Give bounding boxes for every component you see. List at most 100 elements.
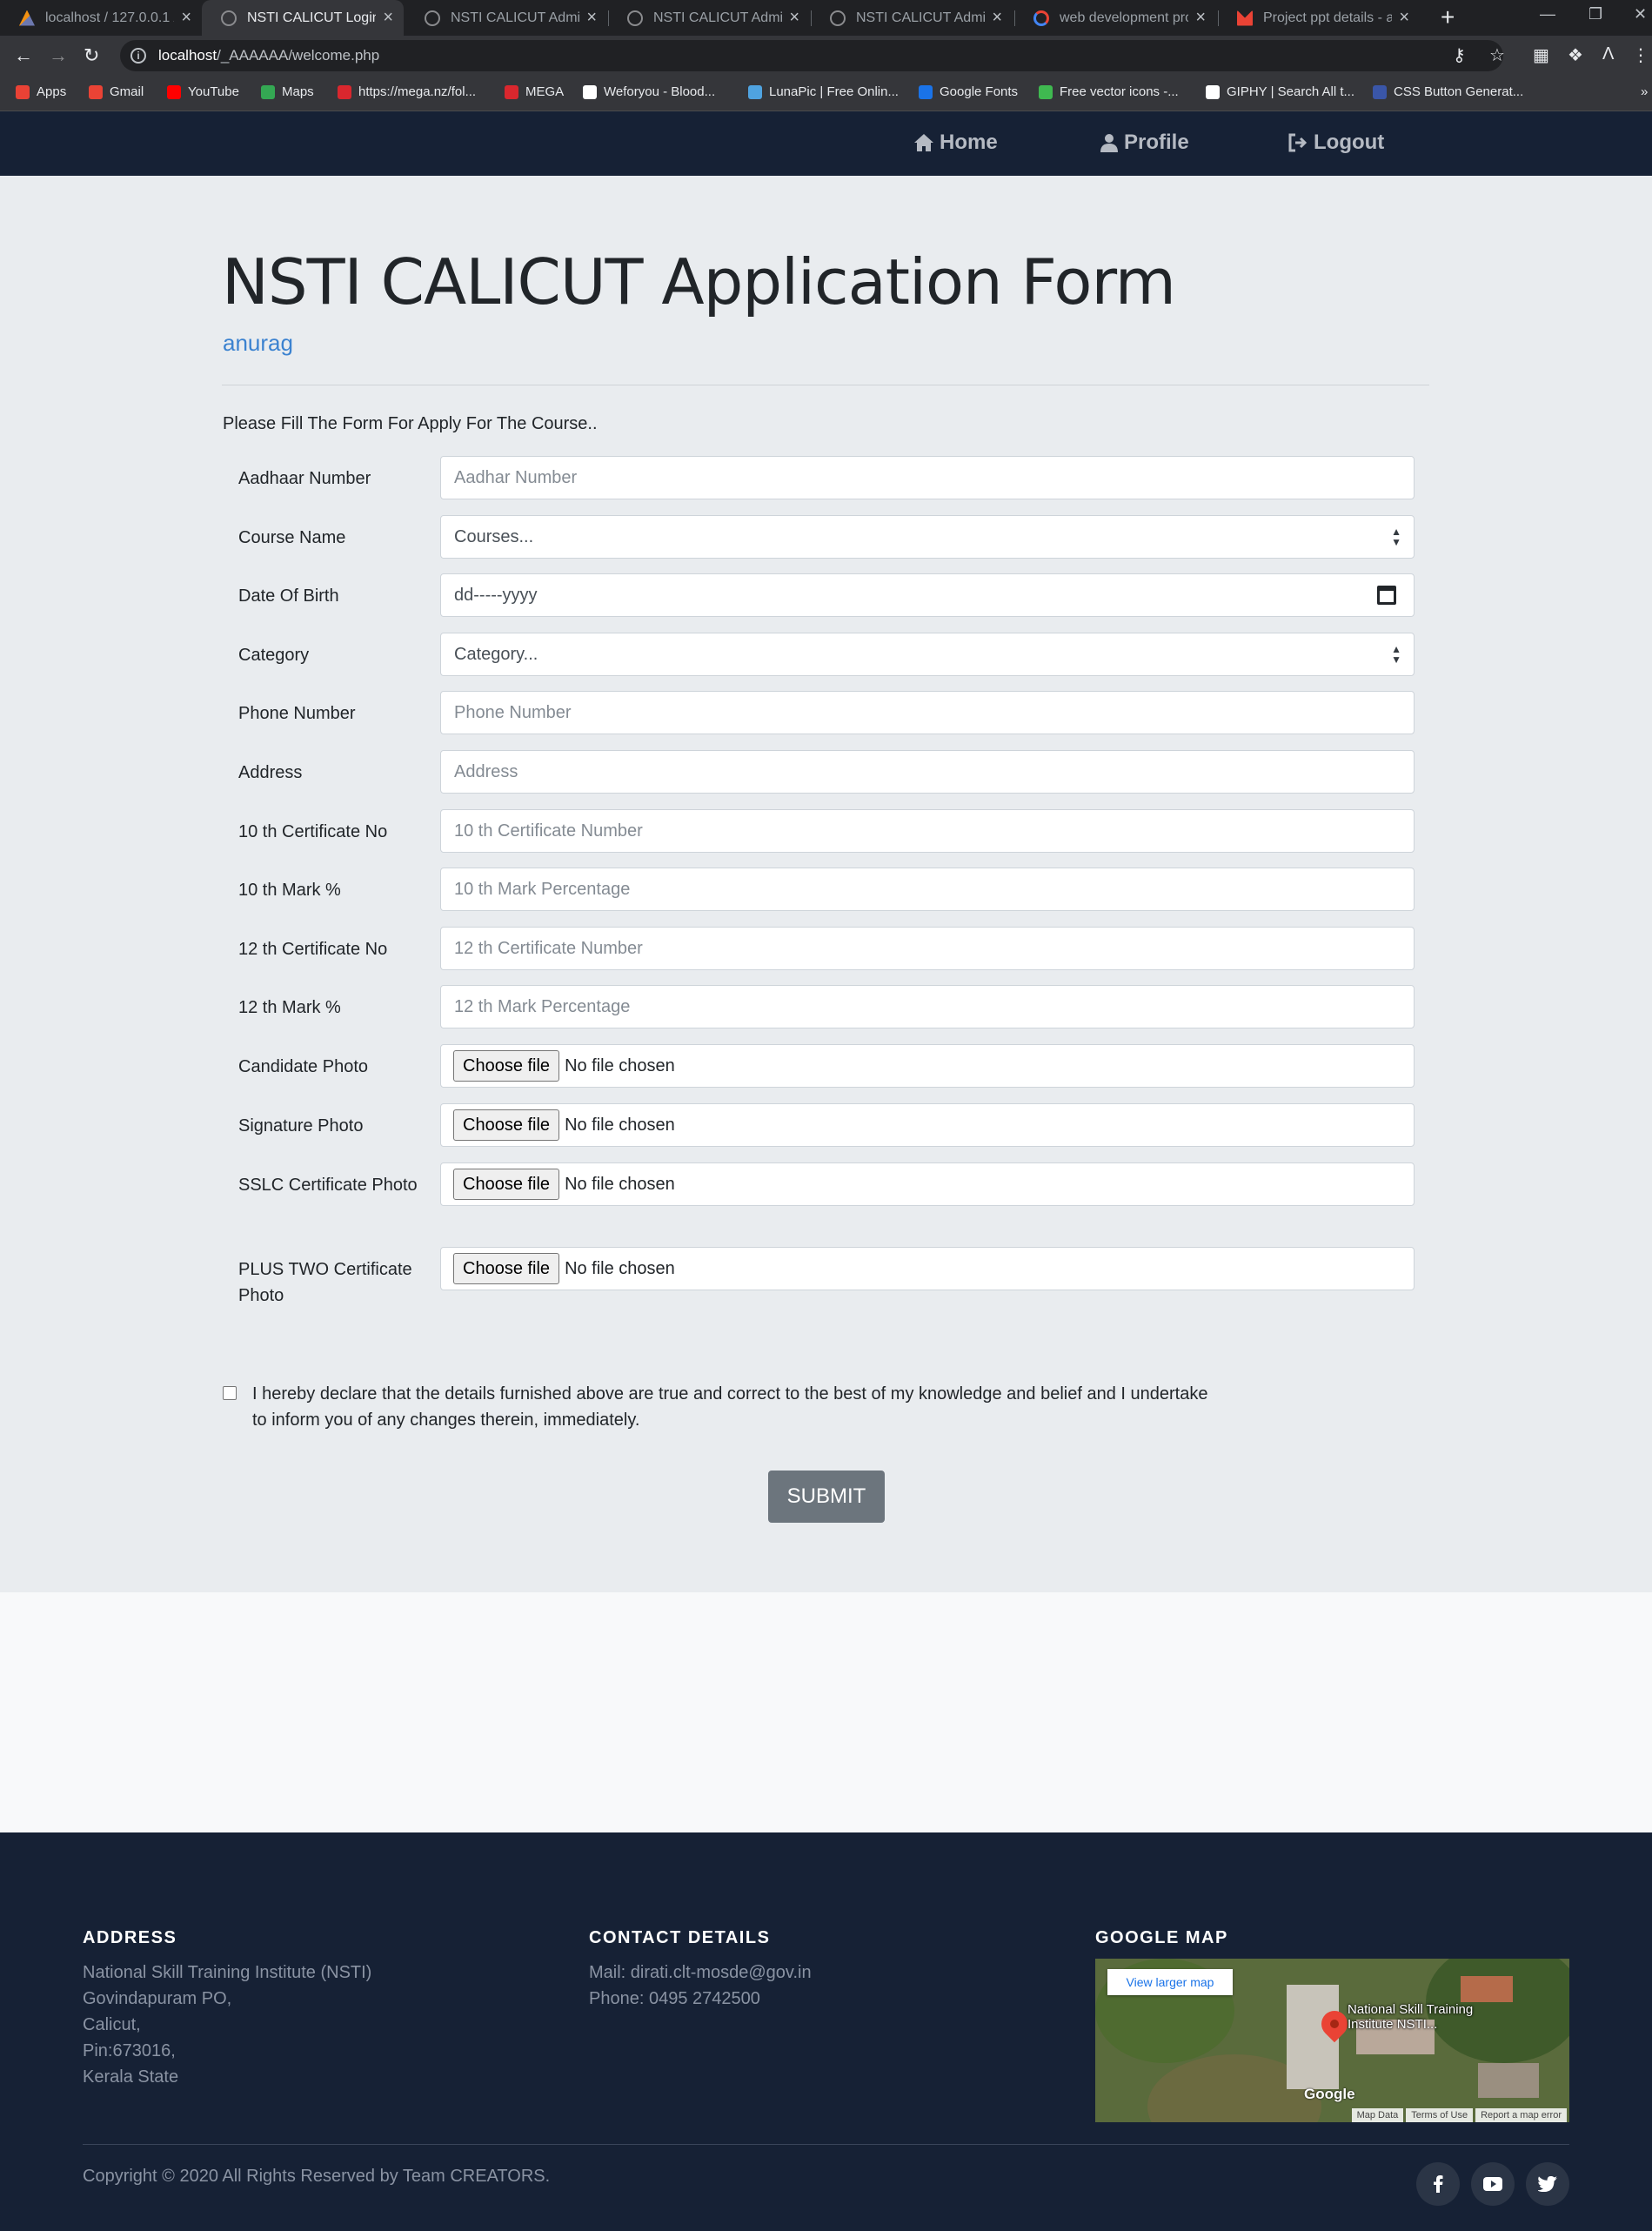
form-row: Date Of Birth dd-----yyyy [223, 573, 1415, 626]
choose-file-button[interactable]: Choose file [453, 1253, 560, 1284]
browser-tab[interactable]: NSTI CALICUT Admin P × [608, 0, 810, 36]
tab-close-icon[interactable]: × [1195, 8, 1206, 28]
username-label: anurag [223, 330, 293, 356]
tab-close-icon[interactable]: × [586, 8, 597, 28]
site-info-icon[interactable]: i [130, 48, 146, 64]
browser-tab[interactable]: Project ppt details - an × [1218, 0, 1420, 36]
bookmark-item[interactable]: Apps [16, 84, 66, 99]
tab-separator [608, 10, 609, 26]
bookmark-item[interactable]: Maps [261, 84, 314, 99]
nav-home-link[interactable]: Home [913, 131, 998, 155]
browser-tab[interactable]: localhost / 127.0.0.1 / n × [0, 0, 202, 36]
text-input[interactable]: Phone Number [440, 691, 1415, 734]
text-input[interactable]: 10 th Mark Percentage [440, 868, 1415, 911]
input-placeholder: 10 th Certificate Number [454, 821, 643, 841]
browser-tab[interactable]: NSTI CALICUT Login an × [202, 0, 404, 36]
bookmark-icon [167, 84, 181, 99]
map-place-label: National Skill Training Institute NSTI..… [1348, 2002, 1474, 2032]
more-bookmarks-icon[interactable]: » [1641, 84, 1648, 99]
menu-icon[interactable]: ⋮ [1632, 44, 1649, 66]
tab-close-icon[interactable]: × [1399, 8, 1409, 28]
form-row: 10 th Mark % 10 th Mark Percentage [223, 868, 1415, 920]
browser-tab[interactable]: NSTI CALICUT Admin L × [811, 0, 1013, 36]
text-input[interactable]: Aadhar Number [440, 456, 1415, 499]
extension-icon[interactable]: ▦ [1533, 44, 1549, 66]
field-label: 10 th Mark % [238, 881, 341, 900]
text-input[interactable]: 10 th Certificate Number [440, 809, 1415, 853]
text-input[interactable]: 12 th Certificate Number [440, 927, 1415, 970]
minimize-button[interactable]: — [1540, 5, 1555, 23]
date-input[interactable]: dd-----yyyy [440, 573, 1415, 617]
key-icon[interactable]: ⚷ [1453, 44, 1466, 66]
bookmark-item[interactable]: Google Fonts [919, 84, 1018, 99]
select-dropdown[interactable]: Courses... ▲ ▼ [440, 515, 1415, 559]
forward-icon[interactable]: → [49, 44, 68, 67]
nav-home-label: Home [940, 131, 998, 154]
back-icon[interactable]: ← [14, 44, 33, 67]
bookmark-item[interactable]: Gmail [89, 84, 144, 99]
field-label: Signature Photo [238, 1116, 364, 1136]
twitter-link[interactable] [1526, 2162, 1569, 2206]
tab-close-icon[interactable]: × [789, 8, 799, 28]
youtube-link[interactable] [1471, 2162, 1515, 2206]
gmail-icon [1237, 10, 1253, 26]
file-status: No file chosen [565, 1055, 675, 1075]
declaration-checkbox[interactable] [223, 1386, 237, 1400]
text-input[interactable]: 12 th Mark Percentage [440, 985, 1415, 1028]
tab-close-icon[interactable]: × [181, 8, 191, 28]
address-heading: ADDRESS [83, 1928, 177, 1947]
nav-profile-link[interactable]: Profile [1100, 131, 1189, 155]
tab-close-icon[interactable]: × [992, 8, 1002, 28]
bookmark-item[interactable]: Weforyou - Blood... [583, 84, 715, 99]
report-error-link[interactable]: Report a map error [1475, 2108, 1567, 2122]
terms-link[interactable]: Terms of Use [1406, 2108, 1474, 2122]
select-dropdown[interactable]: Category... ▲ ▼ [440, 633, 1415, 676]
browser-tab[interactable]: web development proj × [1014, 0, 1216, 36]
contact-heading: CONTACT DETAILS [589, 1928, 771, 1947]
new-tab-button[interactable]: + [1441, 3, 1455, 31]
bookmark-label: Maps [282, 84, 314, 99]
calendar-icon[interactable] [1377, 586, 1396, 605]
reload-icon[interactable]: ↻ [84, 44, 99, 67]
url-field[interactable]: i localhost/_AAAAAA/welcome.php [120, 40, 1503, 71]
restore-button[interactable]: ❐ [1588, 5, 1602, 23]
bookmark-icon [748, 84, 762, 99]
bookmark-item[interactable]: YouTube [167, 84, 239, 99]
nav-logout-link[interactable]: Logout [1287, 131, 1384, 155]
file-input[interactable]: Choose file No file chosen [440, 1044, 1415, 1088]
form-row: Address Address [223, 750, 1415, 802]
bookmark-item[interactable]: GIPHY | Search All t... [1206, 84, 1354, 99]
globe-icon [425, 10, 440, 26]
bookmark-item[interactable]: LunaPic | Free Onlin... [748, 84, 899, 99]
google-logo: Google [1304, 2086, 1355, 2102]
choose-file-button[interactable]: Choose file [453, 1109, 560, 1141]
bookmark-label: LunaPic | Free Onlin... [769, 84, 899, 99]
map-data-link[interactable]: Map Data [1351, 2108, 1404, 2122]
tab-close-icon[interactable]: × [383, 8, 393, 28]
bookmark-item[interactable]: MEGA [505, 84, 564, 99]
view-larger-map-link[interactable]: View larger map [1107, 1969, 1233, 1995]
browser-tab[interactable]: NSTI CALICUT Admin L × [405, 0, 607, 36]
contact-email[interactable]: Mail: dirati.clt-mosde@gov.in [589, 1960, 812, 1986]
facebook-link[interactable] [1416, 2162, 1460, 2206]
text-input[interactable]: Address [440, 750, 1415, 794]
bookmark-star-icon[interactable]: ☆ [1489, 44, 1505, 66]
bookmark-item[interactable]: Free vector icons -... [1039, 84, 1179, 99]
profile-icon[interactable]: Λ [1602, 44, 1614, 64]
file-input[interactable]: Choose file No file chosen [440, 1162, 1415, 1206]
close-window-button[interactable]: ✕ [1634, 5, 1647, 23]
field-label: Aadhaar Number [238, 469, 371, 488]
puzzle-icon[interactable]: ❖ [1568, 44, 1583, 66]
bookmark-icon [338, 84, 351, 99]
choose-file-button[interactable]: Choose file [453, 1050, 560, 1082]
google-map[interactable]: View larger map National Skill Training … [1095, 1959, 1569, 2122]
submit-button[interactable]: SUBMIT [768, 1471, 885, 1523]
bookmark-label: Gmail [110, 84, 144, 99]
bookmark-icon [919, 84, 933, 99]
bookmark-item[interactable]: CSS Button Generat... [1373, 84, 1523, 99]
choose-file-button[interactable]: Choose file [453, 1169, 560, 1200]
file-input[interactable]: Choose file No file chosen [440, 1103, 1415, 1147]
file-input[interactable]: Choose file No file chosen [440, 1247, 1415, 1290]
address-line: Kerala State [83, 2067, 179, 2087]
bookmark-item[interactable]: https://mega.nz/fol... [338, 84, 476, 99]
